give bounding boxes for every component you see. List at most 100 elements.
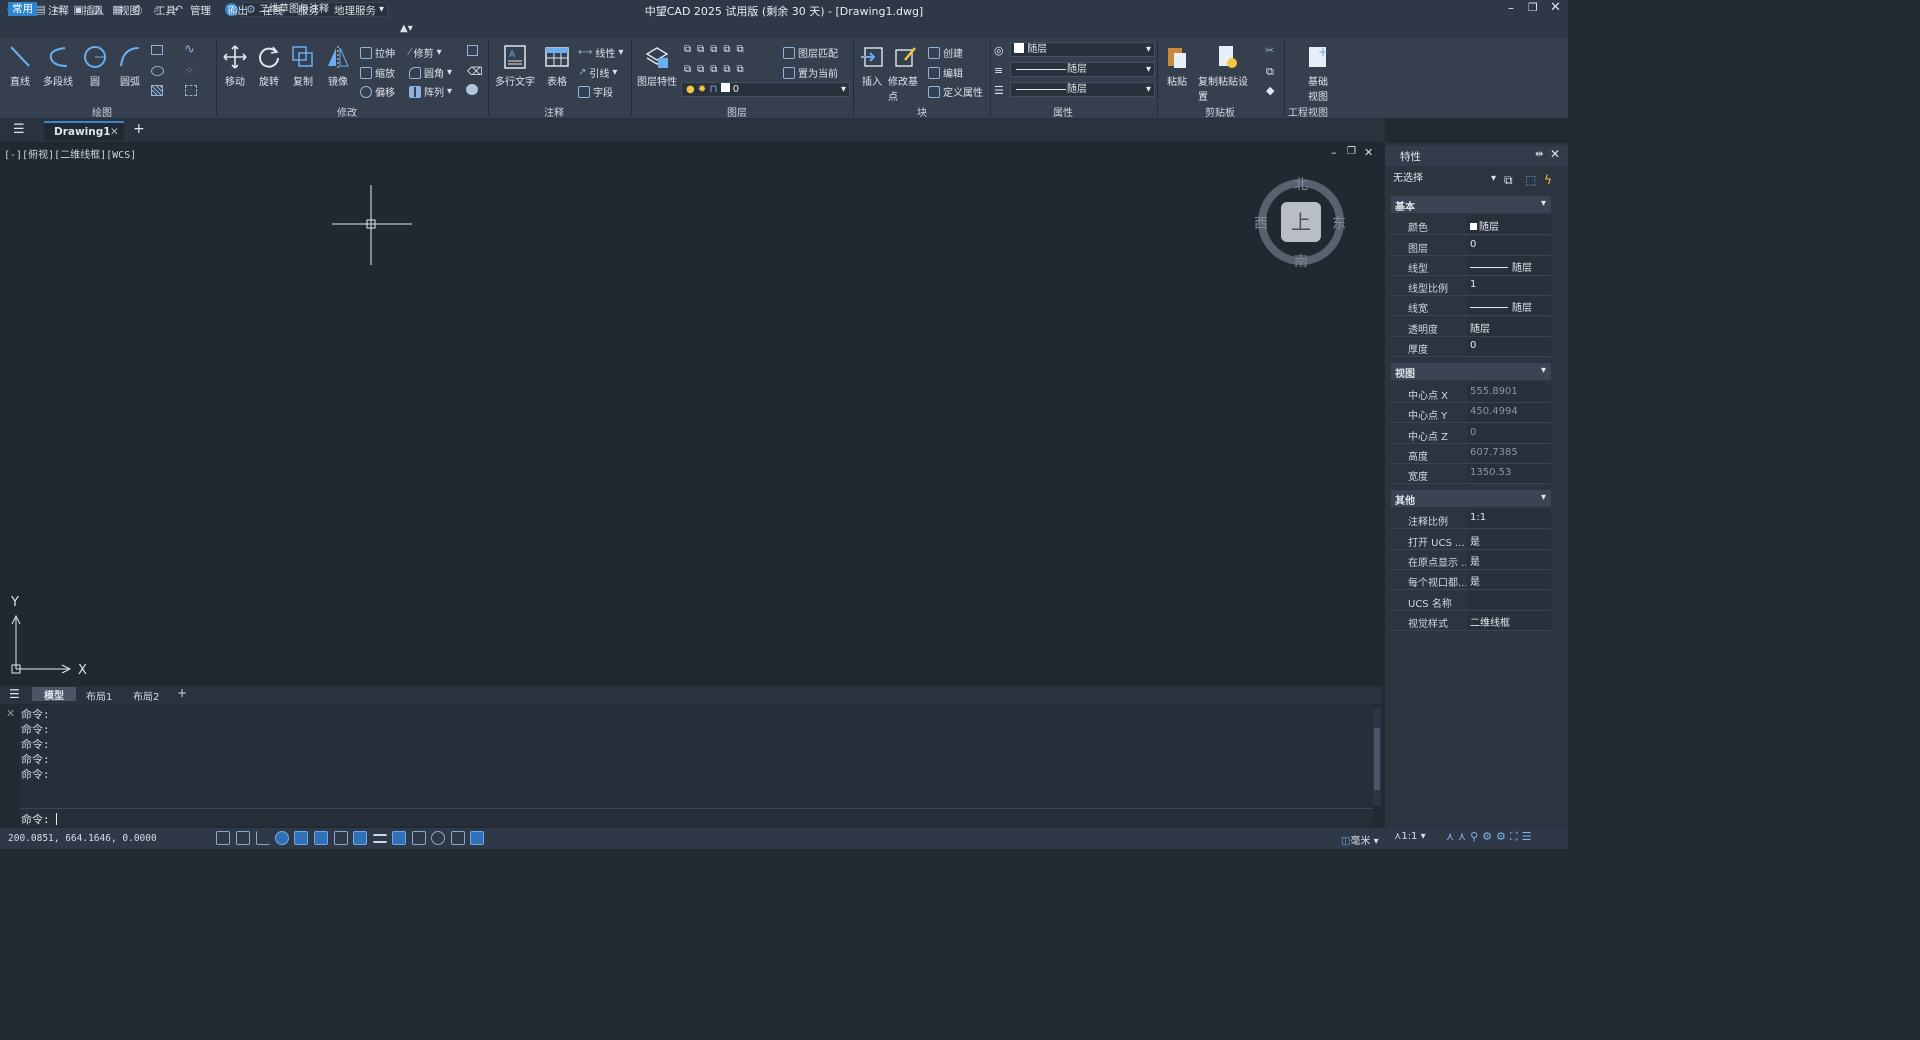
point-icon[interactable]: ⁘: [185, 64, 194, 77]
layout-menu-icon[interactable]: ☰: [9, 687, 20, 701]
cut-icon[interactable]: ✂: [1265, 44, 1274, 57]
selection-cycling-icon[interactable]: [412, 831, 426, 845]
trim-button[interactable]: ⁄ 修剪 ▾: [409, 45, 442, 60]
close-tab-icon[interactable]: ✕: [110, 126, 119, 138]
explode-icon[interactable]: [467, 45, 478, 56]
draw-panel-label[interactable]: 绘图: [92, 104, 112, 119]
spline-icon[interactable]: ∿: [184, 42, 195, 57]
layout-tab-model[interactable]: 模型: [32, 687, 76, 702]
leader-button[interactable]: ↗ 引线 ▾: [578, 65, 617, 80]
viewport-restore-icon[interactable]: ❐: [1347, 146, 1356, 157]
ortho-icon[interactable]: [256, 831, 270, 845]
offset-button[interactable]: 偏移: [360, 84, 395, 99]
rectangle-icon[interactable]: [151, 45, 163, 55]
properties-panel-label[interactable]: 属性: [1053, 104, 1073, 119]
rotate-button[interactable]: 旋转: [251, 44, 287, 88]
menu-insert[interactable]: 插入: [83, 3, 104, 18]
property-row-center-x[interactable]: 中心点 X 555.8901: [1391, 383, 1551, 403]
viewcube-east[interactable]: 东: [1332, 213, 1346, 233]
close-icon[interactable]: ✕: [1550, 0, 1561, 15]
lineweight-toggle-icon[interactable]: [373, 834, 387, 843]
viewport-label[interactable]: [-][俯视][二维线框][WCS]: [4, 146, 136, 161]
engview-panel-label[interactable]: 工程视图: [1288, 104, 1328, 119]
fillet-button[interactable]: 圆角 ▾: [409, 65, 452, 80]
property-row-anno-scale[interactable]: 注释比例 1:1: [1391, 509, 1551, 529]
transparency-icon[interactable]: [392, 831, 406, 845]
property-row-center-y[interactable]: 中心点 Y 450.4994: [1391, 403, 1551, 423]
field-button[interactable]: 字段: [578, 84, 613, 99]
annotation-scale-selector[interactable]: ⋏1:1 ▾: [1394, 831, 1426, 842]
menu-view[interactable]: 视图: [119, 3, 140, 18]
select-objects-icon[interactable]: ⬚: [1525, 173, 1536, 187]
viewcube-south[interactable]: 南: [1294, 251, 1308, 271]
layout-tab-2[interactable]: 布局2: [133, 688, 159, 703]
annotation-monitor-icon[interactable]: [451, 831, 465, 845]
ellipse-icon[interactable]: [151, 66, 164, 76]
copy-button[interactable]: 复制: [285, 44, 321, 88]
circle-button[interactable]: 圆: [77, 44, 113, 88]
region-icon[interactable]: [185, 85, 197, 96]
clipboard-panel-label[interactable]: 剪贴板: [1205, 104, 1235, 119]
base-view-button[interactable]: + 基础视图: [1300, 44, 1336, 103]
viewcube-top-face[interactable]: 上: [1281, 202, 1321, 242]
mtext-button[interactable]: A 多行文字: [493, 44, 537, 88]
command-scrollbar[interactable]: [1373, 708, 1381, 806]
insert-block-button[interactable]: 插入: [854, 44, 890, 88]
property-row-ucs-on[interactable]: 打开 UCS ... 是: [1391, 530, 1551, 550]
layer-tools-row1-icon[interactable]: ⧉⧉⧉⧉⧉: [684, 44, 750, 55]
layer-tools-row2-icon[interactable]: ⧉⧉⧉⧉⧉: [684, 64, 750, 75]
palette-close-icon[interactable]: ✕: [1550, 147, 1560, 161]
units-selector[interactable]: ◫毫米 ▾: [1341, 832, 1379, 847]
join-icon[interactable]: [466, 84, 478, 95]
polyline-button[interactable]: 多段线: [40, 44, 76, 88]
arc-button[interactable]: 圆弧: [112, 44, 148, 88]
table-button[interactable]: 表格: [539, 44, 575, 88]
modify-panel-label[interactable]: 修改: [337, 104, 357, 119]
property-row-color[interactable]: 颜色 随层: [1391, 215, 1551, 235]
layer-dropdown[interactable]: ● ✹ ⊓ 0 ▾: [681, 82, 850, 97]
array-button[interactable]: 阵列 ▾: [409, 84, 452, 99]
property-row-ucs-name[interactable]: UCS 名称: [1391, 591, 1551, 611]
menu-services[interactable]: 服务: [298, 3, 319, 18]
move-button[interactable]: 移动: [217, 44, 253, 88]
property-row-width[interactable]: 宽度 1350.53: [1391, 464, 1551, 484]
command-window-close-icon[interactable]: ✕: [6, 707, 15, 720]
define-attribute-button[interactable]: 定义属性: [928, 84, 983, 99]
section-view[interactable]: 视图 ▾: [1391, 363, 1551, 380]
linetype-dropdown[interactable]: 随层 ▾: [1010, 62, 1155, 77]
viewcube-north[interactable]: 北: [1294, 174, 1308, 194]
otrack-icon[interactable]: [314, 831, 328, 845]
viewcube[interactable]: 上 北 南 西 东: [1254, 177, 1346, 270]
property-row-layer[interactable]: 图层 0: [1391, 236, 1551, 256]
property-row-height[interactable]: 高度 607.7385: [1391, 444, 1551, 464]
lineweight-dropdown[interactable]: 随层 ▾: [1010, 82, 1155, 97]
hatch-icon[interactable]: [151, 85, 163, 96]
menu-manage[interactable]: 管理: [190, 3, 211, 18]
minimize-icon[interactable]: –: [1508, 1, 1514, 15]
polar-icon[interactable]: [275, 831, 289, 845]
osnap-icon[interactable]: [294, 831, 308, 845]
property-row-lineweight[interactable]: 线宽 随层: [1391, 296, 1551, 316]
hamburger-menu-icon[interactable]: ☰: [13, 122, 25, 137]
coordinate-readout[interactable]: 200.0851, 664.1646, 0.0000: [8, 833, 157, 844]
grid-icon[interactable]: [216, 831, 230, 845]
viewcube-west[interactable]: 西: [1254, 213, 1268, 233]
linear-dim-button[interactable]: ⟷ 线性 ▾: [578, 45, 623, 60]
snap-icon[interactable]: [236, 831, 250, 845]
menu-annotate[interactable]: 注释: [48, 3, 69, 18]
viewport-close-icon[interactable]: ✕: [1364, 146, 1373, 159]
menu-home[interactable]: 常用: [8, 2, 37, 16]
auto-hide-icon[interactable]: ⇹: [1535, 149, 1543, 160]
toggle-pickadd-icon[interactable]: ⧉: [1504, 173, 1513, 188]
menu-online[interactable]: 在线: [262, 3, 283, 18]
create-block-button[interactable]: 创建: [928, 45, 963, 60]
menu-output[interactable]: 输出: [227, 3, 248, 18]
status-tray-icons[interactable]: ⋏⋏⚲⚙⚙⛶☰: [1446, 830, 1535, 844]
layer-match-button[interactable]: 图层匹配: [783, 45, 838, 60]
section-basic[interactable]: 基本 ▾: [1391, 196, 1551, 213]
copy-paste-settings-button[interactable]: 复制粘贴设置: [1198, 44, 1256, 103]
layers-panel-label[interactable]: 图层: [727, 104, 747, 119]
match-properties-icon[interactable]: ◎: [994, 44, 1004, 57]
format-painter-icon[interactable]: ◆: [1266, 84, 1274, 97]
property-row-visual-style[interactable]: 视觉样式 二维线框: [1391, 611, 1551, 631]
